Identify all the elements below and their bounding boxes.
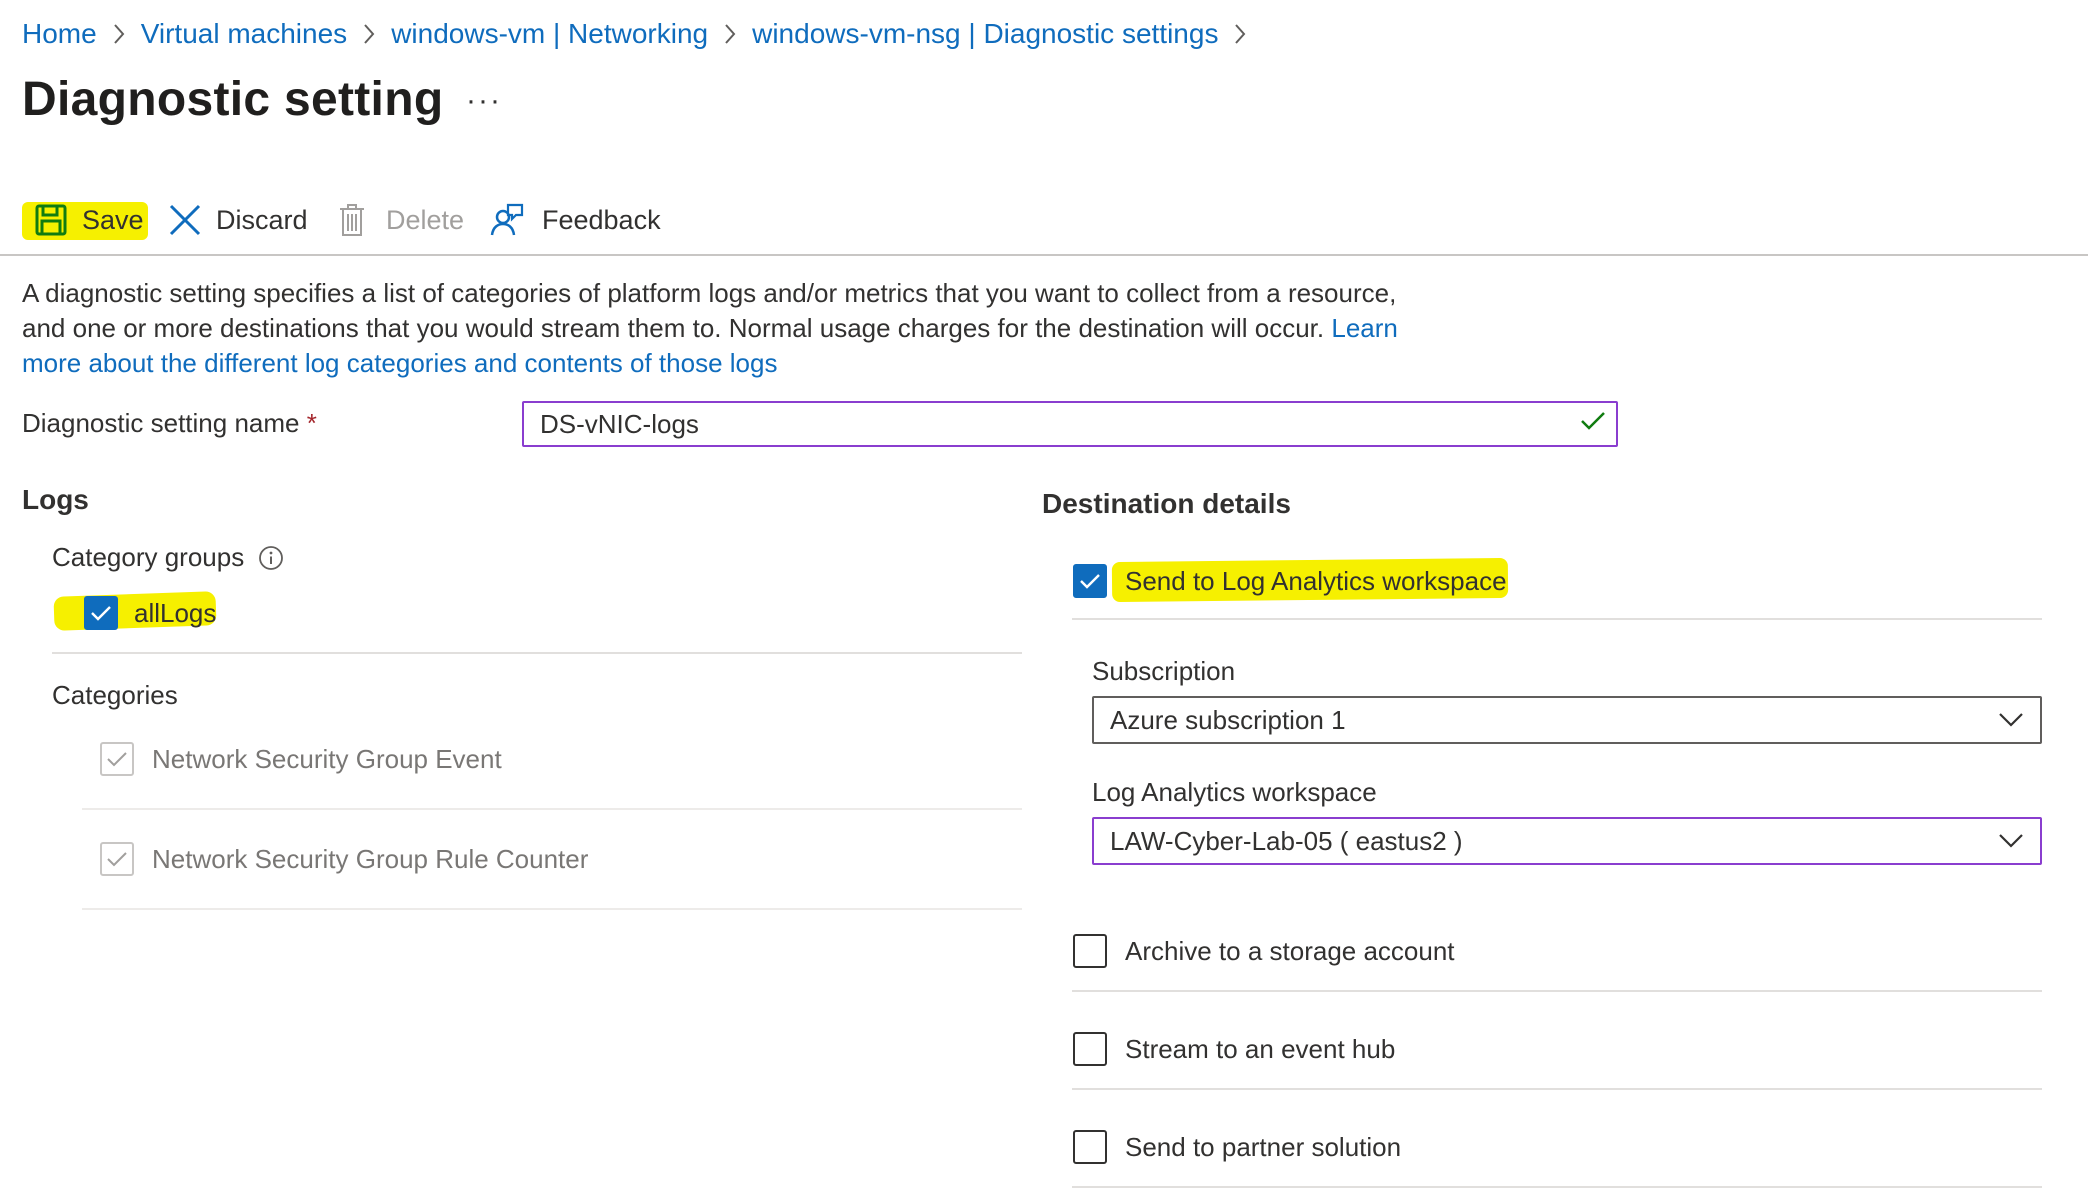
breadcrumb-vm-networking[interactable]: windows-vm | Networking bbox=[391, 18, 708, 50]
chevron-right-icon bbox=[347, 23, 391, 45]
category-groups-row: Category groups bbox=[52, 542, 284, 573]
log-analytics-label: Send to Log Analytics workspace bbox=[1125, 565, 1507, 596]
description-text: A diagnostic setting specifies a list of… bbox=[22, 278, 1397, 343]
checkbox-unchecked-icon bbox=[1073, 1032, 1107, 1066]
description: A diagnostic setting specifies a list of… bbox=[22, 276, 1442, 381]
checkbox-disabled-icon bbox=[100, 842, 134, 876]
toolbar-divider bbox=[0, 254, 2088, 256]
setting-name-input[interactable] bbox=[522, 401, 1618, 447]
event-hub-label: Stream to an event hub bbox=[1125, 1033, 1396, 1064]
save-icon bbox=[35, 204, 67, 236]
divider bbox=[52, 652, 1022, 654]
feedback-button[interactable]: Feedback bbox=[490, 196, 661, 244]
info-icon[interactable] bbox=[258, 545, 284, 571]
breadcrumb-home[interactable]: Home bbox=[22, 18, 97, 50]
divider bbox=[1072, 990, 2042, 992]
all-logs-label: allLogs bbox=[134, 597, 217, 628]
breadcrumb: Home Virtual machines windows-vm | Netwo… bbox=[22, 14, 1262, 54]
category-label: Network Security Group Rule Counter bbox=[152, 843, 589, 874]
archive-storage-checkbox[interactable]: Archive to a storage account bbox=[1073, 934, 1455, 968]
required-indicator: * bbox=[306, 408, 317, 438]
trash-icon bbox=[340, 204, 364, 236]
checkbox-unchecked-icon bbox=[1073, 1130, 1107, 1164]
subscription-dropdown[interactable]: Azure subscription 1 bbox=[1092, 696, 2042, 744]
divider bbox=[1072, 1186, 2042, 1188]
event-hub-checkbox[interactable]: Stream to an event hub bbox=[1073, 1032, 1395, 1066]
checkmark-icon bbox=[1581, 412, 1605, 430]
delete-button[interactable]: Delete bbox=[338, 196, 464, 244]
setting-name-label: Diagnostic setting name * bbox=[22, 408, 317, 439]
breadcrumb-virtual-machines[interactable]: Virtual machines bbox=[141, 18, 347, 50]
category-groups-label: Category groups bbox=[52, 542, 245, 572]
workspace-value: LAW-Cyber-Lab-05 ( eastus2 ) bbox=[1110, 825, 1463, 856]
breadcrumb-nsg-diagnostic-settings[interactable]: windows-vm-nsg | Diagnostic settings bbox=[752, 18, 1218, 50]
page-title: Diagnostic setting bbox=[22, 73, 444, 126]
discard-button[interactable]: Discard bbox=[168, 196, 308, 244]
partner-solution-label: Send to partner solution bbox=[1125, 1131, 1402, 1162]
feedback-label: Feedback bbox=[542, 204, 661, 235]
checkbox-unchecked-icon bbox=[1073, 934, 1107, 968]
logs-heading: Logs bbox=[22, 484, 89, 515]
category-nsg-event[interactable]: Network Security Group Event bbox=[100, 742, 502, 776]
category-label: Network Security Group Event bbox=[152, 743, 502, 774]
chevron-right-icon bbox=[97, 23, 141, 45]
divider bbox=[1072, 1088, 2042, 1090]
save-label: Save bbox=[82, 204, 144, 235]
subscription-label: Subscription bbox=[1092, 656, 1236, 686]
close-icon bbox=[169, 204, 201, 236]
category-nsg-rule-counter[interactable]: Network Security Group Rule Counter bbox=[100, 842, 588, 876]
divider bbox=[82, 908, 1022, 910]
chevron-down-icon bbox=[1999, 713, 2023, 727]
checkbox-checked-icon bbox=[84, 596, 118, 630]
all-logs-checkbox[interactable]: allLogs bbox=[84, 596, 216, 630]
delete-label: Delete bbox=[386, 204, 465, 235]
destination-heading: Destination details bbox=[1042, 488, 1291, 519]
chevron-right-icon bbox=[1218, 23, 1262, 45]
divider bbox=[82, 808, 1022, 810]
workspace-label: Log Analytics workspace bbox=[1092, 777, 1377, 807]
archive-storage-label: Archive to a storage account bbox=[1125, 935, 1455, 966]
chevron-right-icon bbox=[708, 23, 752, 45]
subscription-value: Azure subscription 1 bbox=[1110, 704, 1346, 735]
log-analytics-checkbox[interactable]: Send to Log Analytics workspace bbox=[1073, 564, 1507, 598]
checkbox-disabled-icon bbox=[100, 742, 134, 776]
chevron-down-icon bbox=[1999, 834, 2023, 848]
setting-name-label-text: Diagnostic setting name bbox=[22, 408, 300, 438]
workspace-dropdown[interactable]: LAW-Cyber-Lab-05 ( eastus2 ) bbox=[1092, 817, 2042, 865]
save-button[interactable]: Save bbox=[34, 196, 144, 244]
divider bbox=[1072, 618, 2042, 620]
discard-label: Discard bbox=[216, 204, 308, 235]
more-options-button[interactable]: ··· bbox=[466, 84, 502, 118]
partner-solution-checkbox[interactable]: Send to partner solution bbox=[1073, 1130, 1401, 1164]
checkbox-checked-icon bbox=[1073, 564, 1107, 598]
feedback-icon bbox=[490, 203, 524, 236]
categories-label: Categories bbox=[52, 680, 178, 710]
